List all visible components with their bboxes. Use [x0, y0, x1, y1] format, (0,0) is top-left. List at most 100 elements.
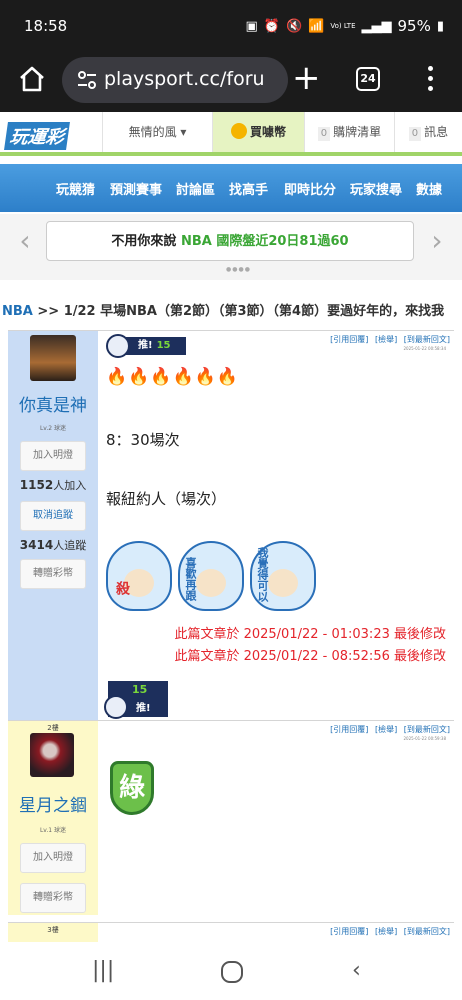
push-button[interactable]: 15 推!	[104, 681, 168, 719]
post: 2樓 星月之錮 Lv.1 球迷 加入明燈 轉贈彩幣 [引用回覆] [檢舉] [到…	[8, 720, 454, 915]
floor-number: 2樓	[47, 724, 59, 732]
cart-label: 購牌清單	[333, 125, 382, 139]
edit-notice: 此篇文章於 2025/01/22 - 08:52:56 最後修改	[174, 649, 446, 664]
report-link[interactable]: [檢舉]	[375, 927, 397, 936]
message-count: 0	[408, 127, 422, 141]
new-tab-button[interactable]: +	[292, 58, 321, 98]
post-text-line: 報紐約人（場次）	[106, 490, 227, 508]
carousel-next-icon[interactable]: ›	[424, 226, 450, 258]
edit-notice: 此篇文章於 2025/01/22 - 01:03:23 最後修改	[174, 627, 446, 642]
breadcrumb-category[interactable]: NBA	[2, 304, 33, 319]
url-text[interactable]: playsport.cc/foru	[104, 68, 265, 90]
gift-coins-button[interactable]: 轉贈彩幣	[20, 559, 86, 589]
post-links: [引用回覆] [檢舉] [到最新回文]	[326, 724, 450, 735]
post-links: [引用回覆] [檢舉] [到最新回文]	[326, 926, 450, 937]
user-menu[interactable]: 無情的風 ▾	[102, 112, 212, 152]
buy-coins-tab[interactable]: 買噱幣	[212, 112, 304, 152]
status-bar: 18:58 ▣ ⏰ 🔇 📶 Vo) LTE ▂▄▆ 95% ▮	[0, 0, 462, 50]
address-bar[interactable]: playsport.cc/foru	[62, 57, 288, 103]
username[interactable]: 你真是神	[8, 391, 98, 416]
home-nav-icon[interactable]	[220, 960, 244, 984]
unfollow-button[interactable]: 取消追蹤	[20, 501, 86, 531]
announcement-banner[interactable]: 不用你來說 NBA 國際盤近20日81過60	[46, 221, 414, 261]
cart-tab[interactable]: 0 購牌清單	[304, 112, 394, 152]
buy-coins-label: 買噱幣	[249, 125, 286, 139]
battery-icon: ▮	[436, 18, 444, 34]
report-link[interactable]: [檢舉]	[375, 335, 397, 344]
breadcrumb-separator: >>	[32, 304, 64, 319]
announcement-highlight: NBA 國際盤近20日81過60	[180, 234, 349, 249]
latest-reply-link[interactable]: [到最新回文]	[404, 725, 450, 734]
post-body: [引用回覆] [檢舉] [到最新回文] 2025-01-22 00:59:38 …	[98, 721, 454, 915]
fire-emojis: 🔥🔥🔥🔥🔥🔥	[106, 367, 240, 387]
green-sticker-icon: 綠	[110, 761, 154, 815]
nav-item-livescore[interactable]: 即時比分	[284, 179, 336, 198]
push-tag: 推! 15	[124, 337, 186, 355]
messages-label: 訊息	[424, 125, 449, 139]
cart-count: 0	[317, 127, 331, 141]
site-header: 玩運彩 無情的風 ▾ 買噱幣 0 購牌清單 0 訊息	[0, 112, 462, 156]
report-link[interactable]: [檢舉]	[375, 725, 397, 734]
nav-item-data[interactable]: 數據	[416, 179, 442, 198]
mute-icon: 🔇	[286, 18, 303, 34]
status-icons: ▣ ⏰ 🔇 📶 Vo) LTE ▂▄▆ 95% ▮	[246, 17, 444, 35]
nav-item-predict[interactable]: 預測賽事	[110, 179, 162, 198]
carousel-prev-icon[interactable]: ‹	[12, 226, 38, 258]
mascot-icon	[106, 334, 130, 358]
avatar[interactable]	[30, 733, 74, 777]
system-nav-bar: ||| ‹	[0, 944, 462, 1000]
user-level: Lv.2 球迷	[39, 425, 67, 432]
avatar[interactable]	[30, 335, 76, 381]
quote-reply-link[interactable]: [引用回覆]	[330, 725, 368, 734]
post-timestamp: 2025-01-22 00:59:38	[403, 736, 446, 741]
nav-item-experts[interactable]: 找高手	[229, 179, 268, 198]
clock: 18:58	[24, 17, 68, 35]
tab-switcher-button[interactable]: 24	[356, 67, 380, 91]
wifi-icon: 📶	[308, 18, 325, 34]
followers-count: 1152人加入	[19, 478, 87, 492]
quote-reply-link[interactable]: [引用回覆]	[330, 335, 368, 344]
post-body: 推! 15 [引用回覆] [檢舉] [到最新回文] 2025-01-22 00:5…	[98, 331, 454, 720]
signal-label: Vo) LTE	[330, 22, 356, 30]
username[interactable]: 星月之錮	[8, 791, 98, 816]
tracking-count: 3414人追蹤	[19, 538, 87, 552]
breadcrumb: NBA >> 1/22 早場NBA（第2節）（第3節）（第4節）要過好年的，來找…	[2, 300, 462, 319]
announcement-prefix: 不用你來說	[111, 234, 181, 249]
latest-reply-link[interactable]: [到最新回文]	[404, 927, 450, 936]
announcement-carousel: ‹ 不用你來說 NBA 國際盤近20日81過60 › ●●●●	[0, 214, 462, 280]
back-icon[interactable]: ‹	[352, 958, 361, 983]
messages-tab[interactable]: 0 訊息	[394, 112, 462, 152]
alarm-icon: ⏰	[263, 18, 280, 34]
floor-number: 3樓	[47, 926, 59, 934]
kill-sticker-icon: 殺	[106, 541, 172, 611]
post-links: [引用回覆] [檢舉] [到最新回文]	[326, 334, 450, 345]
notification-icon: ▣	[245, 18, 258, 34]
site-settings-icon[interactable]	[76, 69, 98, 91]
browser-toolbar: playsport.cc/foru + 24	[0, 50, 462, 112]
mascot-icon	[104, 695, 128, 719]
sticker-row: 殺 喜歡再跟 我覺得可以	[106, 541, 316, 617]
post-text-line: 8：30場次	[106, 431, 180, 449]
quote-reply-link[interactable]: [引用回覆]	[330, 927, 368, 936]
nav-item-play[interactable]: 玩競猜	[56, 179, 95, 198]
author-panel: 3樓	[8, 923, 98, 942]
post-timestamp: 2025-01-22 00:58:34	[403, 346, 446, 351]
nav-item-player-search[interactable]: 玩家搜尋	[350, 179, 402, 198]
follow-again-sticker-icon: 喜歡再跟	[178, 541, 244, 611]
coin-icon	[230, 123, 247, 139]
add-light-button[interactable]: 加入明燈	[20, 441, 86, 471]
nav-item-forum[interactable]: 討論區	[176, 179, 215, 198]
post: 你真是神 Lv.2 球迷 加入明燈 1152人加入 取消追蹤 3414人追蹤 轉…	[8, 330, 454, 720]
recent-apps-icon[interactable]: |||	[92, 958, 114, 983]
add-light-button[interactable]: 加入明燈	[20, 843, 86, 873]
author-panel: 你真是神 Lv.2 球迷 加入明燈 1152人加入 取消追蹤 3414人追蹤 轉…	[8, 331, 98, 720]
carousel-dots: ●●●●	[226, 266, 251, 273]
i-think-ok-sticker-icon: 我覺得可以	[250, 541, 316, 611]
gift-coins-button[interactable]: 轉贈彩幣	[20, 883, 86, 913]
home-icon[interactable]	[18, 65, 46, 93]
latest-reply-link[interactable]: [到最新回文]	[404, 335, 450, 344]
site-logo[interactable]: 玩運彩	[4, 122, 70, 150]
post: 3樓 [引用回覆] [檢舉] [到最新回文]	[8, 922, 454, 942]
browser-menu-icon[interactable]	[428, 66, 434, 92]
author-panel: 2樓 星月之錮 Lv.1 球迷 加入明燈 轉贈彩幣	[8, 721, 98, 915]
